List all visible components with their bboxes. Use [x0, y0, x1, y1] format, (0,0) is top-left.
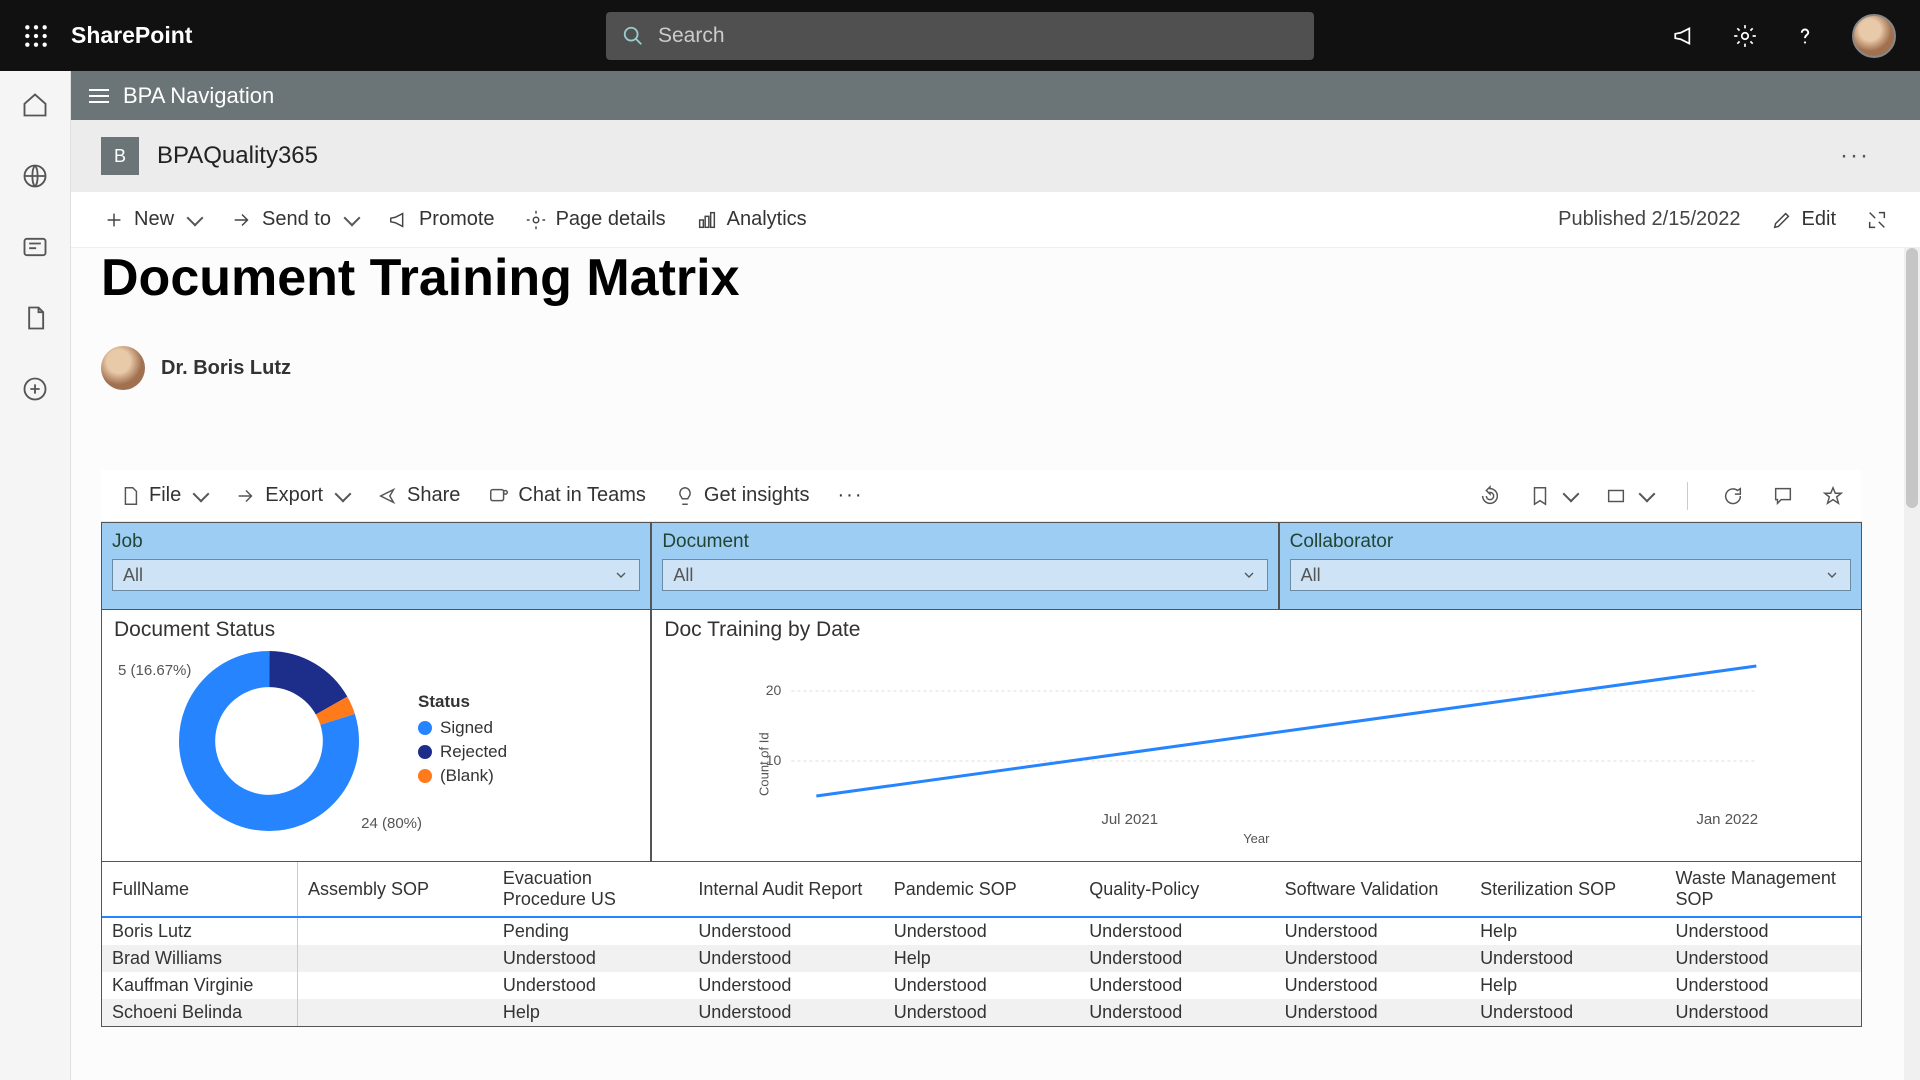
col-header[interactable]: Pandemic SOP: [884, 862, 1079, 917]
bookmark-menu[interactable]: [1529, 485, 1577, 507]
col-header[interactable]: Evacuation Procedure US: [493, 862, 688, 917]
filter-document-dropdown[interactable]: All: [662, 559, 1267, 591]
author-name[interactable]: Dr. Boris Lutz: [161, 357, 291, 380]
chevron-down-icon: [1241, 567, 1257, 583]
brand-label[interactable]: SharePoint: [71, 22, 192, 49]
callout-signed: 24 (80%): [361, 815, 422, 832]
search-icon: [622, 25, 644, 47]
col-header[interactable]: Software Validation: [1275, 862, 1470, 917]
filter-job: Job All: [101, 522, 651, 610]
share-button[interactable]: Share: [377, 484, 460, 507]
legend-rejected[interactable]: Rejected: [418, 742, 507, 762]
refresh-icon[interactable]: [1722, 485, 1744, 507]
filter-collaborator-dropdown[interactable]: All: [1290, 559, 1851, 591]
search-input[interactable]: [658, 24, 1298, 48]
new-button[interactable]: New: [103, 208, 201, 231]
callout-rejected: 5 (16.67%): [118, 662, 191, 679]
rail-home[interactable]: [21, 91, 49, 124]
author-avatar[interactable]: [101, 346, 145, 390]
view-menu[interactable]: [1605, 485, 1653, 507]
app-launcher[interactable]: [0, 23, 71, 49]
favorite-icon[interactable]: [1822, 485, 1844, 507]
hamburger-icon[interactable]: [89, 89, 109, 103]
help-icon[interactable]: [1792, 23, 1818, 49]
filter-collaborator: Collaborator All: [1279, 522, 1862, 610]
line-chart: Count of Id 20 10 Jul 2021 Jan 2022 Year: [664, 646, 1849, 846]
table-row[interactable]: Brad WilliamsUnderstoodUnderstoodHelpUnd…: [102, 945, 1861, 972]
bpa-nav-bar: BPA Navigation: [71, 71, 1920, 120]
svg-text:Year: Year: [1244, 831, 1271, 846]
sendto-button[interactable]: Send to: [231, 208, 358, 231]
chart-doc-training-date: Doc Training by Date Count of Id 20 10 J…: [651, 610, 1862, 862]
filter-job-dropdown[interactable]: All: [112, 559, 640, 591]
export-menu[interactable]: Export: [235, 484, 349, 507]
vertical-scrollbar[interactable]: [1904, 248, 1920, 1080]
col-header[interactable]: FullName: [102, 862, 297, 917]
site-actions[interactable]: ···: [1840, 142, 1870, 170]
site-name[interactable]: BPAQuality365: [157, 142, 318, 170]
user-avatar[interactable]: [1852, 14, 1896, 58]
svg-text:Jan 2022: Jan 2022: [1697, 811, 1759, 828]
gear-icon[interactable]: [1732, 23, 1758, 49]
svg-text:Jul 2021: Jul 2021: [1102, 811, 1159, 828]
megaphone-icon[interactable]: [1672, 23, 1698, 49]
expand-button[interactable]: [1866, 209, 1888, 231]
bpa-nav-label[interactable]: BPA Navigation: [123, 83, 274, 109]
col-header[interactable]: Sterilization SOP: [1470, 862, 1665, 917]
rail-news[interactable]: [21, 233, 49, 266]
chevron-down-icon: [1824, 567, 1840, 583]
legend-signed[interactable]: Signed: [418, 718, 507, 738]
page-title: Document Training Matrix: [101, 248, 1902, 308]
rail-create[interactable]: [21, 375, 49, 408]
table-row[interactable]: Schoeni BelindaHelpUnderstoodUnderstoodU…: [102, 999, 1861, 1026]
chart-document-status: Document Status 5 (16.67%) 24 (80%): [101, 610, 651, 862]
promote-button[interactable]: Promote: [388, 208, 495, 231]
col-header[interactable]: Internal Audit Report: [688, 862, 883, 917]
chat-teams-button[interactable]: Chat in Teams: [488, 484, 645, 507]
rail-globe[interactable]: [21, 162, 49, 195]
training-matrix-table: FullNameAssembly SOPEvacuation Procedure…: [101, 862, 1862, 1027]
insights-button[interactable]: Get insights: [674, 484, 810, 507]
site-icon[interactable]: B: [101, 137, 139, 175]
svg-text:10: 10: [766, 752, 782, 768]
legend-blank[interactable]: (Blank): [418, 766, 507, 786]
chevron-down-icon: [613, 567, 629, 583]
col-header[interactable]: Quality-Policy: [1079, 862, 1274, 917]
rail-file[interactable]: [21, 304, 49, 337]
analytics-button[interactable]: Analytics: [696, 208, 807, 231]
file-menu[interactable]: File: [119, 484, 207, 507]
svg-text:20: 20: [766, 682, 782, 698]
search-box[interactable]: [606, 12, 1314, 60]
table-row[interactable]: Boris LutzPendingUnderstoodUnderstoodUnd…: [102, 917, 1861, 945]
col-header[interactable]: Assembly SOP: [297, 862, 492, 917]
filter-document: Document All: [651, 522, 1278, 610]
col-header[interactable]: Waste Management SOP: [1666, 862, 1862, 917]
report-more[interactable]: ···: [838, 484, 864, 507]
comment-icon[interactable]: [1772, 485, 1794, 507]
table-row[interactable]: Kauffman VirginieUnderstoodUnderstoodUnd…: [102, 972, 1861, 999]
edit-button[interactable]: Edit: [1771, 208, 1836, 231]
reset-icon[interactable]: [1479, 485, 1501, 507]
donut-chart: [174, 646, 364, 836]
published-date: Published 2/15/2022: [1558, 208, 1740, 231]
pagedetails-button[interactable]: Page details: [525, 208, 666, 231]
